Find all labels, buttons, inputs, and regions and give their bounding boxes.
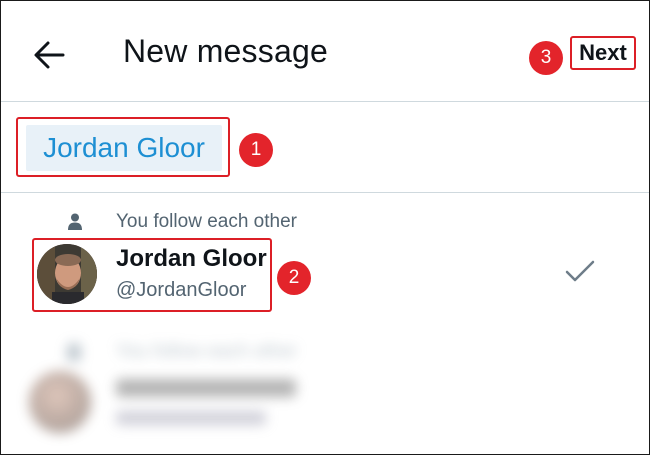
follow-status-row: You follow each other xyxy=(68,208,297,236)
back-button[interactable] xyxy=(31,37,67,73)
next-button[interactable]: Next xyxy=(570,36,636,70)
header-divider xyxy=(1,101,649,102)
annotation-badge-1: 1 xyxy=(239,133,273,167)
annotation-highlight-1 xyxy=(16,117,230,177)
blurred-avatar xyxy=(29,371,91,433)
arrow-left-icon xyxy=(34,41,65,69)
screenshot-frame: New message 3 Next Jordan Gloor 1 You fo… xyxy=(0,0,650,455)
annotation-badge-3: 3 xyxy=(529,41,563,75)
person-icon xyxy=(68,213,82,230)
person-icon xyxy=(67,343,81,361)
blurred-follow-text: You follow each other xyxy=(116,341,297,362)
blurred-handle-placeholder xyxy=(116,409,266,431)
page-title: New message xyxy=(123,33,328,69)
blurred-result-row: You follow each other xyxy=(1,321,649,454)
blurred-name-placeholder xyxy=(116,377,296,403)
top-bar: New message 3 Next xyxy=(1,1,649,101)
search-divider xyxy=(1,192,649,193)
check-icon xyxy=(565,260,595,282)
annotation-highlight-2 xyxy=(32,238,272,312)
annotation-badge-2: 2 xyxy=(277,261,311,295)
follow-status-text: You follow each other xyxy=(116,211,297,232)
